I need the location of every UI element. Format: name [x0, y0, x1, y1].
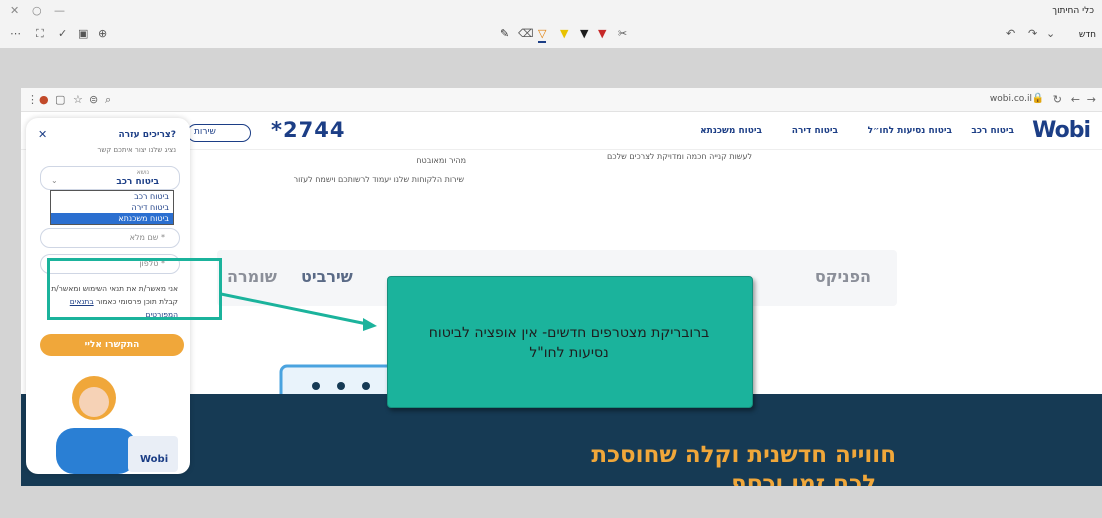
zoom-icon[interactable]: ⊕ — [98, 27, 107, 41]
annotation-arrow — [220, 292, 377, 331]
annotation-callout: ברובריקת מצטרפים חדשים- אין אופציה לביטו… — [387, 276, 753, 408]
nav-mortgage-insurance[interactable]: ביטוח משכנתא — [700, 126, 762, 136]
agent-illustration: Wobi — [56, 376, 178, 474]
search-icon[interactable]: ⌕ — [105, 93, 111, 107]
menu-icon[interactable]: ⋮ — [27, 93, 38, 106]
favorite-icon[interactable]: ☆ — [73, 93, 83, 106]
touch-write-icon[interactable]: ✎ — [500, 27, 509, 41]
nav-home-insurance[interactable]: ביטוח דירה — [792, 126, 838, 136]
topic-dropdown: ביטוח רכב ביטוח דירה ביטוח משכנתא — [50, 190, 174, 225]
full-name-field[interactable]: שם מלא * — [40, 228, 180, 248]
chevron-down-icon: ⌄ — [51, 176, 58, 185]
save-icon[interactable]: ▣ — [78, 27, 88, 41]
annotation-highlight-box — [47, 258, 222, 320]
option-car[interactable]: ביטוח רכב — [51, 191, 173, 202]
intro-line-3: שירות הלקוחות שלנו יעמוד לרשותכם וישמח ל… — [293, 175, 464, 184]
more-icon[interactable]: ⋯ — [10, 27, 21, 41]
minimize-icon[interactable]: ○ — [32, 4, 42, 17]
close-window-icon[interactable]: ✕ — [10, 4, 19, 17]
svg-text:Wobi: Wobi — [140, 454, 168, 465]
pen-yellow-icon[interactable]: ▼ — [560, 27, 568, 41]
topic-select[interactable]: נושא ביטוח רכב ⌄ — [40, 166, 180, 190]
reading-icon[interactable]: ⊜ — [89, 93, 98, 106]
site-logo[interactable]: Wobi — [1032, 118, 1091, 143]
pen-red-icon[interactable]: ▼ — [598, 27, 606, 41]
option-home[interactable]: ביטוח דירה — [51, 202, 173, 213]
redo-icon[interactable]: ↷ — [1028, 27, 1037, 41]
captured-browser: ⋮ ● ▢ ☆ ⊜ ⌕ wobi.co.il 🔒 ↻ ← → Wobi ביטו… — [21, 88, 1102, 486]
editor-toolbar: ⋯ ⛶ ✓ ▣ ⊕ ✎ ⌫ ▽ ▼ ▼ ▼ ✂ ↶ ↷ ⌄ חדש — [0, 22, 1102, 48]
eraser-icon[interactable]: ⌫ — [518, 27, 534, 41]
back-icon[interactable]: ← — [1071, 93, 1080, 106]
ruler-icon[interactable]: ✂ — [618, 27, 627, 41]
hero-subtitle: לכם זמן וכסף — [731, 471, 876, 486]
check-icon[interactable]: ✓ — [58, 27, 67, 41]
intro-line-1: לעשות קנייה חכמה ומדויקת לצרכים שלכם — [607, 152, 752, 161]
undo-icon[interactable]: ↶ — [1006, 27, 1015, 41]
nav-travel-insurance[interactable]: ביטוח נסיעות לחו״ל — [868, 126, 952, 136]
maximize-icon[interactable]: — — [54, 4, 65, 17]
crop-icon[interactable]: ⛶ — [36, 27, 44, 41]
lock-icon: 🔒 — [1031, 93, 1044, 104]
full-name-label: שם מלא * — [129, 233, 165, 242]
chat-title: צריכים עזרה? — [118, 130, 176, 140]
hero-title: חווייה חדשנית וקלה שחוסכת — [591, 442, 896, 468]
phone-number[interactable]: *2744 — [271, 118, 345, 142]
pen-black-icon[interactable]: ▼ — [580, 27, 588, 41]
nav-car-insurance[interactable]: ביטוח רכב — [971, 126, 1014, 136]
tabs-icon[interactable]: ▢ — [55, 93, 65, 106]
url-text[interactable]: wobi.co.il — [990, 94, 1032, 104]
browser-logo-icon: ● — [39, 93, 49, 106]
topic-value: ביטוח רכב — [116, 177, 159, 187]
option-mortgage[interactable]: ביטוח משכנתא — [51, 213, 173, 224]
intro-line-2: מהיר ומאובטח — [416, 156, 466, 165]
editor-title: כלי החיתוך — [1052, 6, 1094, 16]
close-icon[interactable]: ✕ — [38, 128, 47, 141]
chat-subtitle: נציג שלנו יצור איתכם קשר — [97, 146, 176, 154]
topic-label: נושא — [136, 169, 149, 176]
call-me-button[interactable]: התקשרו אליי — [40, 334, 184, 356]
annotation-text: ברובריקת מצטרפים חדשים- אין אופציה לביטו… — [428, 325, 710, 361]
browser-address-bar: ⋮ ● ▢ ☆ ⊜ ⌕ wobi.co.il 🔒 ↻ ← → — [21, 88, 1102, 112]
partner-logo-phoenix: הפניקס — [814, 267, 871, 286]
highlighter-icon[interactable]: ▽ — [538, 27, 547, 43]
chevron-down-icon[interactable]: ⌄ — [1046, 27, 1055, 41]
new-button[interactable]: חדש — [1079, 30, 1096, 40]
service-button[interactable]: שירות — [187, 124, 251, 142]
forward-icon[interactable]: → — [1087, 93, 1096, 106]
refresh-icon[interactable]: ↻ — [1053, 93, 1062, 106]
editor-titlebar: ✕ ○ — כלי החיתוך — [0, 0, 1102, 22]
